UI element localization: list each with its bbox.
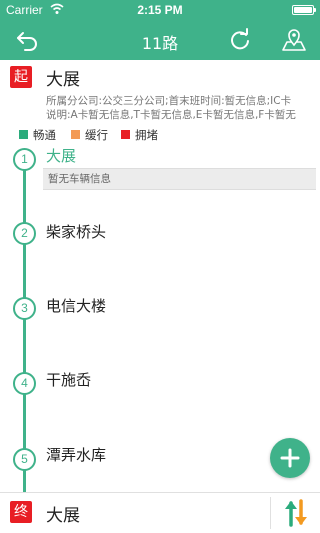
battery-icon <box>292 5 316 15</box>
legend-swatch-slow <box>71 130 80 139</box>
traffic-legend: 畅通 缓行 拥堵 <box>0 124 320 144</box>
refresh-icon[interactable] <box>227 28 253 52</box>
stop-name: 潭弄水库 <box>46 446 107 464</box>
end-badge: 终 <box>10 501 32 523</box>
stop-item[interactable]: 3 电信大楼 <box>0 296 320 372</box>
map-location-icon[interactable] <box>281 28 307 52</box>
stop-item[interactable]: 2 柴家桥头 <box>0 220 320 296</box>
stop-number: 3 <box>13 297 36 320</box>
legend-label-congested: 拥堵 <box>135 128 158 142</box>
start-station-name: 大展 <box>46 70 80 90</box>
route-info-line-2: 说明:A卡暂无信息,T卡暂无信息,E卡暂无信息,F卡暂无 <box>46 109 296 121</box>
page-title: 11路 <box>141 34 179 53</box>
stop-name: 干施岙 <box>46 371 92 389</box>
swap-direction-icon[interactable] <box>282 497 310 529</box>
legend-label-slow: 缓行 <box>85 128 108 142</box>
stop-number: 1 <box>13 148 36 171</box>
route-stop-list[interactable]: 1 大展 暂无车辆信息 2 柴家桥头 3 电信大楼 4 干施岙 5 潭弄水库 <box>0 144 320 492</box>
footer-divider <box>270 497 271 529</box>
clock: 2:15 PM <box>137 3 183 17</box>
vehicle-status: 暂无车辆信息 <box>43 168 316 190</box>
legend-swatch-smooth <box>19 130 28 139</box>
stop-name: 大展 <box>46 147 77 165</box>
end-station-name: 大展 <box>46 506 80 526</box>
stop-name: 电信大楼 <box>46 297 107 315</box>
stop-name: 柴家桥头 <box>46 223 107 241</box>
start-badge: 起 <box>10 66 32 88</box>
start-station-header: 起 大展 所属分公司:公交三分公司;首末班时间:暂无信息;IC卡 说明:A卡暂无… <box>0 60 320 121</box>
nav-bar: 11路 <box>0 20 320 60</box>
legend-swatch-congested <box>121 130 130 139</box>
stop-number: 5 <box>13 448 36 471</box>
add-button[interactable] <box>270 438 310 478</box>
stop-number: 4 <box>13 372 36 395</box>
status-bar: Carrier 2:15 PM <box>0 0 320 20</box>
plus-icon <box>280 448 300 468</box>
stop-item[interactable]: 1 大展 暂无车辆信息 <box>0 144 320 220</box>
route-info-line-1: 所属分公司:公交三分公司;首末班时间:暂无信息;IC卡 <box>46 95 292 107</box>
end-station-footer: 终 大展 <box>0 492 320 533</box>
legend-label-smooth: 畅通 <box>33 128 56 142</box>
stop-number: 2 <box>13 222 36 245</box>
stop-item[interactable]: 4 干施岙 <box>0 371 320 448</box>
